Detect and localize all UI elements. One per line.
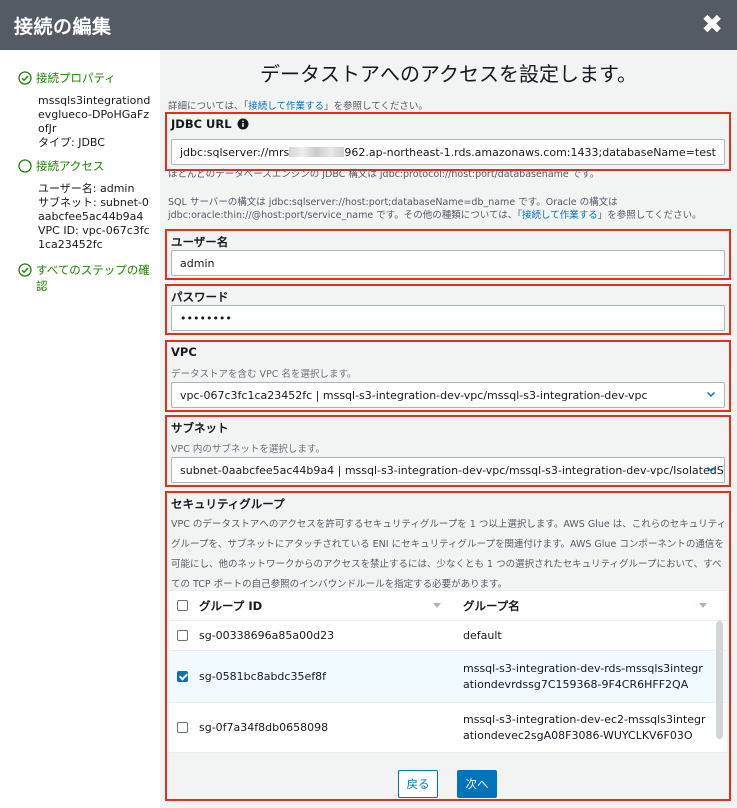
check-circle-icon <box>18 263 32 277</box>
step-detail: ユーザー名: admin サブネット: subnet-0aabcfee5ac44… <box>38 182 150 251</box>
password-input[interactable]: •••••••• <box>171 305 725 331</box>
table-row[interactable]: sg-0f7a34f8db0658098 mssql-s3-integratio… <box>169 703 727 753</box>
chevron-down-icon <box>706 466 716 473</box>
close-icon[interactable]: ✖ <box>701 12 723 38</box>
security-group-label: セキュリティグループ <box>171 497 285 511</box>
wizard-sidebar: 接続プロパティ mssqls3integrationdevglueco-DPoH… <box>0 50 160 808</box>
password-label: パスワード <box>171 290 229 304</box>
sort-icon <box>699 603 707 608</box>
docs-link[interactable]: 接続して作業する <box>522 210 598 221</box>
subnet-section: サブネット VPC 内のサブネットを選択します。 subnet-0aabcfee… <box>165 415 731 487</box>
password-section: パスワード •••••••• <box>165 284 731 335</box>
next-button[interactable]: 次へ <box>457 770 497 798</box>
vpc-select[interactable]: vpc-067c3fc1ca23452fc | mssql-s3-integra… <box>171 382 725 408</box>
jdbc-url-input[interactable]: jdbc:sqlserver://mrs 962.ap-northeast-1.r… <box>171 139 725 165</box>
docs-link[interactable]: 接続して作業する <box>248 101 324 112</box>
subnet-label: サブネット <box>171 421 229 435</box>
step-review-all[interactable]: すべてのステップの確認 <box>18 262 152 294</box>
username-label: ユーザー名 <box>171 235 229 249</box>
info-icon[interactable] <box>237 118 249 130</box>
check-circle-icon <box>18 71 32 85</box>
step-label: すべてのステップの確認 <box>36 263 150 293</box>
security-group-description: VPC のデータストアへのアクセスを許可するセキュリティグループを 1 つ以上選… <box>171 519 727 590</box>
username-section: ユーザー名 admin <box>165 229 731 280</box>
circle-icon <box>18 159 32 173</box>
table-header: グループ ID グループ名 <box>169 591 727 621</box>
vpc-section: VPC データストアを含む VPC 名を選択します。 vpc-067c3fc1c… <box>165 340 731 412</box>
table-row[interactable]: sg-0581bc8abdc35ef8f mssql-s3-integratio… <box>169 651 727 703</box>
security-group-table: グループ ID グループ名 sg-00338696a85a00d23 defau… <box>169 590 727 753</box>
subnet-select[interactable]: subnet-0aabcfee5ac44b9a4 | mssql-s3-inte… <box>171 457 725 483</box>
modal-titlebar: 接続の編集 ✖ <box>0 0 737 50</box>
vpc-label: VPC <box>171 345 197 359</box>
security-group-section: セキュリティグループ VPC のデータストアへのアクセスを許可するセキュリティグ… <box>165 491 731 801</box>
main-panel: データストアへのアクセスを設定します。 詳細については、「接続して作業する」を参… <box>160 50 737 808</box>
vpc-description: データストアを含む VPC 名を選択します。 <box>171 369 357 380</box>
column-header-group-name[interactable]: グループ名 <box>461 598 727 614</box>
jdbc-url-section: JDBC URL jdbc:sqlserver://mrs 962.ap-nort… <box>165 112 731 171</box>
chevron-down-icon <box>706 391 716 398</box>
step-label: 接続プロパティ <box>36 71 116 85</box>
scrollbar[interactable] <box>716 621 723 739</box>
back-button[interactable]: 戻る <box>398 770 438 798</box>
redacted-mask <box>289 147 345 157</box>
row-checkbox[interactable] <box>176 630 188 641</box>
step-connection-properties[interactable]: 接続プロパティ <box>18 70 152 86</box>
username-input[interactable]: admin <box>171 250 725 276</box>
jdbc-help-1: ほとんどのデータベースエンジンの JDBC 構文は jdbc:protocol:… <box>168 169 600 180</box>
select-all-checkbox[interactable] <box>176 600 188 611</box>
page-heading: データストアへのアクセスを設定します。 <box>260 62 637 86</box>
step-connection-access[interactable]: 接続アクセス <box>18 158 152 174</box>
column-header-group-id[interactable]: グループ ID <box>195 598 461 614</box>
step-label: 接続アクセス <box>36 159 105 173</box>
step-detail: mssqls3integrationdevglueco-DPoHGaFzofJr… <box>38 94 151 149</box>
row-checkbox[interactable] <box>176 671 188 682</box>
info-line: 詳細については、「接続して作業する」を参照してください。 <box>168 101 428 112</box>
modal-title: 接続の編集 <box>14 15 112 38</box>
table-row[interactable]: sg-00338696a85a00d23 default <box>169 621 727 651</box>
jdbc-url-label: JDBC URL <box>171 117 249 131</box>
sort-icon <box>433 603 441 608</box>
jdbc-help-2: SQL サーバーの構文は jdbc:sqlserver://host:port;… <box>168 197 702 221</box>
row-checkbox[interactable] <box>176 722 188 733</box>
subnet-description: VPC 内のサブネットを選択します。 <box>171 444 325 455</box>
